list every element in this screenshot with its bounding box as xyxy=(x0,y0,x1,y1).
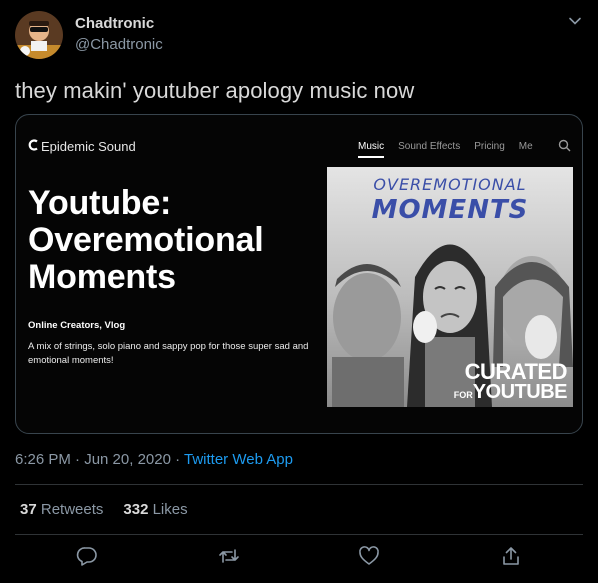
playlist-description: A mix of strings, solo piano and sappy p… xyxy=(28,341,309,366)
site-nav: Music Sound Effects Pricing Me xyxy=(358,141,533,158)
display-name[interactable]: Chadtronic xyxy=(75,15,154,32)
user-handle[interactable]: @Chadtronic xyxy=(75,36,163,53)
badge-line1: CURATED xyxy=(464,359,568,384)
playlist-title: Youtube: Overemotional Moments xyxy=(28,185,328,296)
likes-count: 332 xyxy=(123,501,149,518)
retweet-icon[interactable] xyxy=(218,545,240,567)
chevron-down-icon[interactable] xyxy=(568,14,582,28)
brand-name: Epidemic Sound xyxy=(41,139,136,154)
album-cover: OVEREMOTIONAL MOMENTS CURATED FORYOUTUBE xyxy=(327,167,573,407)
epidemic-logo-icon xyxy=(28,139,39,154)
curated-badge: CURATED FORYOUTUBE xyxy=(453,359,568,405)
engagement-stats: 37 Retweets 332 Likes xyxy=(20,501,188,518)
badge-line2: FORYOUTUBE xyxy=(453,381,568,405)
nav-me[interactable]: Me xyxy=(519,141,533,158)
search-icon[interactable] xyxy=(558,139,571,152)
playlist-title-line: Moments xyxy=(28,258,176,296)
album-title-line2: MOMENTS xyxy=(371,195,529,225)
tweet-timestamp[interactable]: 6:26 PM · Jun 20, 2020 · xyxy=(15,451,184,468)
likes-label: Likes xyxy=(152,501,188,518)
share-icon[interactable] xyxy=(500,545,522,567)
badge-youtube: YOUTUBE xyxy=(472,381,568,403)
avatar[interactable] xyxy=(15,11,63,59)
link-card[interactable]: Epidemic Sound Music Sound Effects Prici… xyxy=(15,114,583,434)
nav-sound-effects[interactable]: Sound Effects xyxy=(398,141,460,158)
badge-for: FOR xyxy=(453,390,473,400)
divider xyxy=(15,484,583,485)
nav-pricing[interactable]: Pricing xyxy=(474,141,505,158)
tweet-meta: 6:26 PM · Jun 20, 2020 · Twitter Web App xyxy=(15,451,293,468)
likes-stat[interactable]: 332 Likes xyxy=(123,501,187,518)
brand-logo: Epidemic Sound xyxy=(28,139,136,154)
retweets-stat[interactable]: 37 Retweets xyxy=(20,501,103,518)
playlist-title-line: Overemotional xyxy=(28,221,264,259)
like-icon[interactable] xyxy=(358,545,380,567)
source-app-link[interactable]: Twitter Web App xyxy=(184,451,293,468)
playlist-tags: Online Creators, Vlog xyxy=(28,320,126,331)
retweets-label: Retweets xyxy=(40,501,104,518)
nav-music[interactable]: Music xyxy=(358,141,384,158)
album-title-line1: OVEREMOTIONAL xyxy=(373,175,527,194)
divider xyxy=(15,534,583,535)
retweets-count: 37 xyxy=(20,501,37,518)
reply-icon[interactable] xyxy=(76,545,98,567)
tweet-text: they makin' youtuber apology music now xyxy=(15,78,415,103)
playlist-title-line: Youtube: xyxy=(28,184,172,222)
action-bar xyxy=(0,545,598,573)
